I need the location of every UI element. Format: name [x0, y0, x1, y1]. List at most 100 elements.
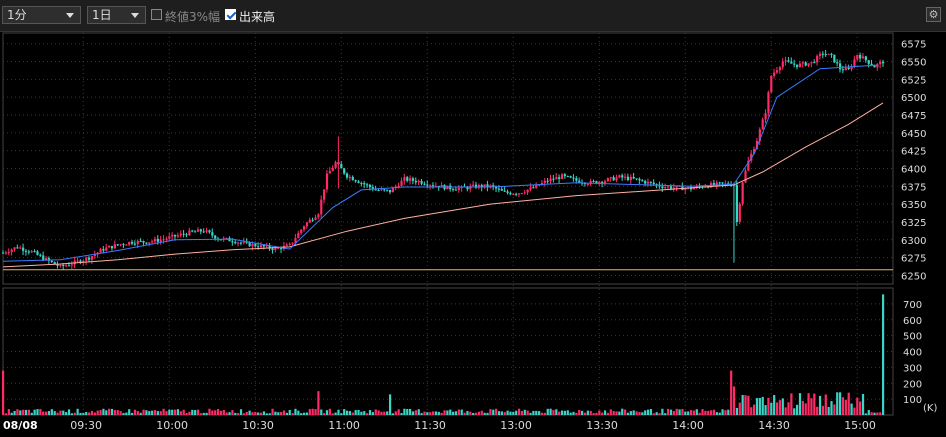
candle-body [549, 178, 552, 182]
candle-body [386, 189, 389, 191]
volume-bar [664, 413, 667, 415]
volume-bar [357, 409, 360, 415]
volume-bar [632, 410, 635, 415]
volume-bar [225, 412, 228, 415]
volume-bar [171, 409, 174, 415]
price-tick-label: 6300 [901, 236, 926, 247]
volume-bar [761, 396, 764, 415]
volume-bar [870, 412, 873, 415]
volume-bar [340, 413, 343, 415]
volume-bar [867, 410, 870, 415]
volume-bar [684, 411, 687, 415]
candle-body [145, 242, 148, 244]
candle-body [354, 180, 357, 182]
candle-body [569, 176, 572, 178]
volume-bar [125, 412, 128, 415]
candle-body [517, 193, 521, 195]
volume-bar [601, 412, 604, 415]
volume-bar [265, 413, 268, 415]
interval-select[interactable]: 1分 [2, 6, 81, 24]
volume-bar [595, 412, 598, 415]
candle-body [876, 64, 879, 68]
volume-bar [234, 412, 237, 415]
volume-bar [710, 410, 713, 415]
candle-body [816, 55, 819, 63]
volume-bar [280, 411, 283, 415]
interval-select-value: 1分 [7, 8, 27, 22]
gear-icon[interactable]: ⚙ [926, 7, 941, 22]
period-select[interactable]: 1日 [87, 6, 146, 24]
candle-body [867, 60, 870, 64]
volume-bar [67, 409, 71, 415]
volume-bar [730, 370, 733, 415]
volume-bar [569, 412, 572, 415]
candle-body [13, 247, 16, 250]
volume-bar [130, 412, 134, 415]
volume-bar [119, 411, 122, 415]
volume-bar [704, 410, 707, 415]
volume-bar [549, 408, 552, 415]
candle-body [859, 54, 862, 59]
candle-body [781, 61, 784, 68]
volume-bar [176, 409, 180, 415]
volume-bar [391, 413, 395, 415]
closing-pct-checkbox[interactable] [151, 9, 162, 20]
candle-body [179, 233, 182, 236]
candle-body [406, 177, 409, 181]
volume-bar [667, 408, 670, 415]
volume-bar [681, 408, 684, 415]
candle-body [248, 242, 251, 247]
candle-body [33, 251, 36, 253]
candle-body [90, 256, 94, 260]
volume-bar [314, 409, 317, 415]
candle-body [148, 242, 151, 244]
candle-body [363, 183, 366, 185]
volume-bar [110, 408, 114, 415]
volume-bar [715, 412, 718, 415]
volume-bar [612, 411, 615, 415]
volume-bar [242, 413, 245, 415]
candle-body [191, 230, 194, 232]
candle-body [70, 264, 73, 266]
volume-tick-label: 300 [903, 363, 922, 374]
candle-body [472, 184, 475, 187]
volume-bar [156, 411, 159, 415]
candle-body [205, 230, 208, 232]
volume-bar [529, 412, 532, 415]
volume-bar [194, 410, 197, 415]
volume-bar [245, 411, 248, 415]
volume-bar [368, 410, 372, 415]
price-tick-label: 6550 [901, 58, 926, 69]
price-tick-label: 6325 [901, 218, 926, 229]
candle-body [452, 189, 455, 191]
volume-bar [205, 412, 208, 415]
volume-bar [400, 412, 403, 415]
candle-body [39, 254, 42, 256]
volume-bar [173, 409, 177, 415]
volume-bar [844, 399, 847, 415]
time-tick-label: 11:30 [414, 419, 446, 432]
volume-bar [90, 410, 94, 415]
volume-bar [44, 411, 48, 415]
volume-bar [452, 411, 455, 415]
volume-bar [19, 410, 22, 415]
volume-bar [300, 413, 303, 415]
volume-bar [105, 410, 108, 415]
chevron-down-icon [66, 13, 74, 18]
volume-bar [804, 403, 807, 415]
candle-body [182, 233, 185, 235]
time-tick-label: 10:30 [242, 419, 274, 432]
candle-body [380, 189, 383, 191]
volume-checkbox[interactable] [225, 9, 236, 20]
candle-body [331, 167, 334, 172]
volume-bar [492, 409, 495, 415]
candle-body [609, 177, 612, 179]
volume-bar [747, 395, 750, 415]
candle-body [847, 67, 850, 70]
candle-body [374, 189, 377, 191]
candle-body [27, 251, 30, 253]
candle-body [325, 173, 329, 190]
volume-bar [211, 410, 214, 415]
candle-body [176, 235, 180, 237]
volume-tick-label: 500 [903, 332, 922, 343]
